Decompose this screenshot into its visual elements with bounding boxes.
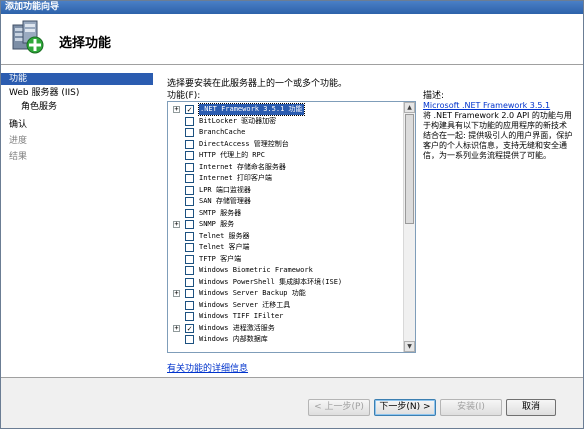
feature-label: Windows Server Backup 功能 xyxy=(199,289,306,297)
cancel-button[interactable]: 取消 xyxy=(506,399,556,416)
feature-row[interactable]: Windows TIFF IFilter xyxy=(168,311,403,322)
feature-checkbox[interactable] xyxy=(185,254,194,264)
feature-label: Windows 进程激活服务 xyxy=(199,323,275,332)
nav-step-confirmation[interactable]: 确认 xyxy=(9,119,27,131)
more-about-features-link[interactable]: 有关功能的详细信息 xyxy=(167,361,248,374)
feature-checkbox[interactable] xyxy=(185,243,194,252)
feature-checkbox-checked[interactable]: ✓ xyxy=(185,323,194,333)
add-features-wizard-window: 添加功能向导 选择功能 功能 Web 服务器 (IIS) 角色服务 确认 进度 … xyxy=(0,0,584,429)
feature-row[interactable]: + Windows Server Backup 功能 xyxy=(168,288,403,299)
feature-checkbox[interactable] xyxy=(185,266,194,275)
feature-checkbox[interactable] xyxy=(185,208,194,218)
feature-row[interactable]: Windows Server 迁移工具 xyxy=(168,300,403,311)
feature-label: TFTP 客户端 xyxy=(199,254,242,263)
scroll-up-arrow-icon[interactable]: ▲ xyxy=(404,102,415,113)
feature-label: Telnet 客户端 xyxy=(199,243,250,251)
nav-step-web-server-iis[interactable]: Web 服务器 (IIS) xyxy=(9,87,79,99)
features-scrollbar[interactable]: ▲ ▼ xyxy=(403,102,415,352)
feature-label: HTTP 代理上的 RPC xyxy=(199,151,265,159)
scrollbar-thumb[interactable] xyxy=(405,114,414,224)
description-text: 将 .NET Framework 2.0 API 的功能与用于构建具有以下功能的… xyxy=(423,111,573,160)
feature-checkbox[interactable] xyxy=(185,197,194,206)
feature-checkbox-checked[interactable]: ✓ xyxy=(185,105,194,114)
feature-label: Internet 打印客户端 xyxy=(199,174,272,182)
feature-checkbox[interactable] xyxy=(185,139,194,149)
feature-label: Internet 存储命名服务器 xyxy=(199,162,286,171)
feature-checkbox[interactable] xyxy=(185,116,194,126)
feature-row[interactable]: Windows 内部数据库 xyxy=(168,334,403,345)
feature-label: Telnet 服务器 xyxy=(199,231,250,240)
expand-plus-icon[interactable]: + xyxy=(173,290,180,297)
nav-step-results: 结果 xyxy=(9,152,28,162)
description-feature-link[interactable]: Microsoft .NET Framework 3.5.1 xyxy=(423,101,550,110)
features-label: 功能(F): xyxy=(167,91,201,101)
feature-label: SMTP 服务器 xyxy=(199,208,242,217)
feature-row[interactable]: + ✓ .NET Framework 3.5.1 功能 xyxy=(168,103,403,116)
feature-row[interactable]: Windows PowerShell 集成脚本环境(ISE) xyxy=(168,277,403,288)
feature-checkbox[interactable] xyxy=(185,335,194,344)
feature-checkbox[interactable] xyxy=(185,151,194,160)
feature-label: SNMP 服务 xyxy=(199,220,235,228)
expand-plus-icon[interactable]: + xyxy=(173,221,180,228)
feature-checkbox[interactable] xyxy=(185,289,194,298)
feature-row[interactable]: DirectAccess 管理控制台 xyxy=(168,139,403,150)
feature-checkbox[interactable] xyxy=(185,231,194,241)
feature-row[interactable]: SAN 存储管理器 xyxy=(168,196,403,207)
feature-row[interactable]: LPR 端口监视器 xyxy=(168,185,403,196)
feature-row[interactable]: BranchCache xyxy=(168,127,403,138)
nav-step-role-services[interactable]: 角色服务 xyxy=(21,101,57,113)
feature-checkbox[interactable] xyxy=(185,162,194,172)
description-panel: Microsoft .NET Framework 3.5.1 将 .NET Fr… xyxy=(423,101,573,161)
feature-checkbox[interactable] xyxy=(185,220,194,229)
feature-label: .NET Framework 3.5.1 功能 xyxy=(198,103,305,116)
feature-checkbox[interactable] xyxy=(185,174,194,183)
description-label: 描述: xyxy=(423,91,445,101)
scroll-down-arrow-icon[interactable]: ▼ xyxy=(404,341,415,352)
server-add-icon xyxy=(12,20,44,54)
feature-row[interactable]: Telnet 客户端 xyxy=(168,242,403,253)
feature-row[interactable]: + SNMP 服务 xyxy=(168,219,403,230)
nav-step-progress: 进度 xyxy=(9,136,28,146)
feature-checkbox[interactable] xyxy=(185,300,194,310)
wizard-footer: < 上一步(P) 下一步(N) > 安装(I) 取消 xyxy=(1,377,583,428)
feature-label: Windows PowerShell 集成脚本环境(ISE) xyxy=(199,277,343,286)
feature-row[interactable]: Internet 打印客户端 xyxy=(168,173,403,184)
features-tree-list[interactable]: + ✓ .NET Framework 3.5.1 功能 BitLocker 驱动器加密… xyxy=(167,101,416,353)
expand-plus-icon[interactable]: + xyxy=(173,106,180,113)
feature-label: BranchCache xyxy=(199,128,246,136)
feature-row[interactable]: Telnet 服务器 xyxy=(168,231,403,242)
feature-checkbox[interactable] xyxy=(185,185,194,195)
feature-row[interactable]: + ✓ Windows 进程激活服务 xyxy=(168,323,403,334)
feature-checkbox[interactable] xyxy=(185,277,194,287)
feature-row[interactable]: TFTP 客户端 xyxy=(168,254,403,265)
feature-row[interactable]: HTTP 代理上的 RPC xyxy=(168,150,403,161)
back-button[interactable]: < 上一步(P) xyxy=(308,399,370,416)
feature-label: Windows 内部数据库 xyxy=(199,335,268,343)
feature-label: LPR 端口监视器 xyxy=(199,185,251,194)
expand-plus-icon[interactable]: + xyxy=(173,324,180,332)
feature-label: Windows Server 迁移工具 xyxy=(199,300,291,309)
feature-row[interactable]: SMTP 服务器 xyxy=(168,208,403,219)
feature-checkbox[interactable] xyxy=(185,128,194,137)
feature-row[interactable]: BitLocker 驱动器加密 xyxy=(168,116,403,127)
feature-row[interactable]: Windows Biometric Framework xyxy=(168,265,403,276)
feature-label: Windows Biometric Framework xyxy=(199,266,313,274)
page-title: 选择功能 xyxy=(59,36,112,51)
wizard-content: 选择要安装在此服务器上的一个或多个功能。 功能(F): + ✓ .NET Frame… xyxy=(153,65,583,377)
feature-label: Windows TIFF IFilter xyxy=(199,312,284,320)
nav-step-features[interactable]: 功能 xyxy=(1,73,153,85)
feature-label: BitLocker 驱动器加密 xyxy=(199,116,277,125)
feature-label: DirectAccess 管理控制台 xyxy=(199,139,289,148)
feature-row[interactable]: Internet 存储命名服务器 xyxy=(168,162,403,173)
next-button[interactable]: 下一步(N) > xyxy=(374,399,436,416)
wizard-header: 选择功能 xyxy=(1,14,583,65)
feature-checkbox[interactable] xyxy=(185,312,194,321)
feature-label: SAN 存储管理器 xyxy=(199,197,251,205)
wizard-step-nav: 功能 Web 服务器 (IIS) 角色服务 确认 进度 结果 xyxy=(1,65,153,377)
window-title: 添加功能向导 xyxy=(1,1,583,14)
install-button[interactable]: 安装(I) xyxy=(440,399,502,416)
